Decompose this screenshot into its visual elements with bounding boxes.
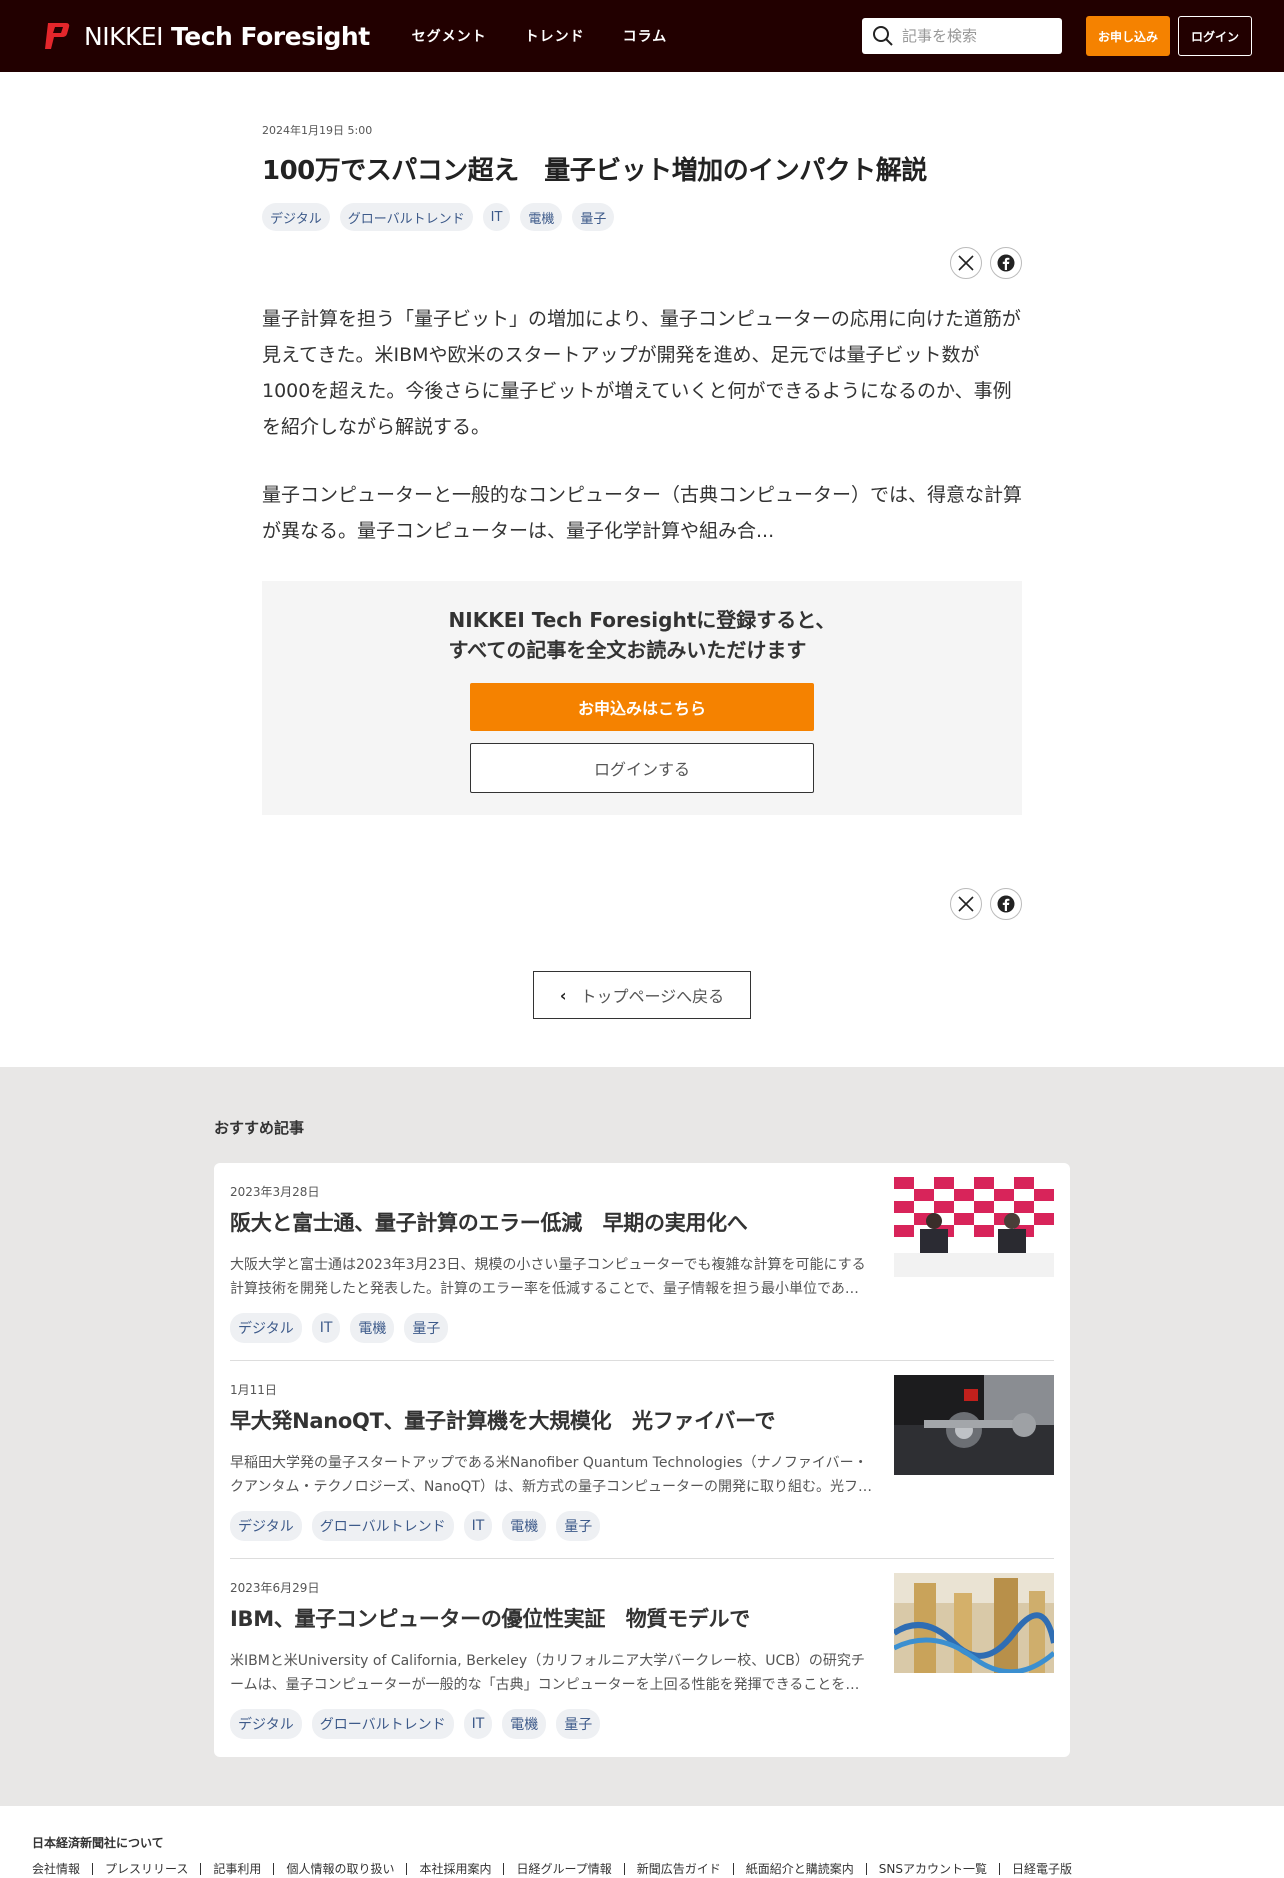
share-bar-top: [262, 247, 1022, 279]
nikkei-logo-icon: [45, 23, 70, 49]
paywall-line-2: すべての記事を全文お読みいただけます: [448, 638, 807, 662]
recommended-item[interactable]: 1月11日 早大発NanoQT、量子計算機を大規模化 光ファイバーで 早稲田大学…: [230, 1361, 1054, 1559]
search-box[interactable]: [862, 18, 1062, 54]
recommended-heading: おすすめ記事: [214, 1119, 305, 1137]
tag-global-trend[interactable]: グローバルトレンド: [311, 1511, 454, 1541]
recommended-item[interactable]: 2023年6月29日 IBM、量子コンピューターの優位性実証 物質モデルで 米I…: [230, 1559, 1054, 1757]
tag-it[interactable]: IT: [311, 1313, 341, 1343]
footer-heading: 日本経済新聞社について: [32, 1836, 164, 1850]
recommended-date: 2023年6月29日: [230, 1581, 320, 1595]
site-header: NIKKEI Tech Foresight セグメント トレンド コラム お申し…: [0, 0, 1284, 72]
search-input[interactable]: [902, 27, 1052, 45]
recommended-date: 2023年3月28日: [230, 1185, 320, 1199]
tag-electric[interactable]: 電機: [520, 203, 563, 231]
tag-digital[interactable]: デジタル: [230, 1511, 302, 1541]
recommended-thumbnail[interactable]: [894, 1573, 1054, 1673]
recommended-desc: 米IBMと米University of California, Berkeley…: [230, 1653, 865, 1693]
tag-quantum[interactable]: 量子: [404, 1313, 449, 1343]
lab-equipment-photo: [894, 1375, 1054, 1475]
share-facebook-button[interactable]: [990, 888, 1022, 920]
footer-links: 会社情報 プレスリリース 記事利用 個人情報の取り扱い 本社採用案内 日経グルー…: [32, 1863, 1252, 1875]
tag-quantum[interactable]: 量子: [556, 1511, 601, 1541]
nav-item-segment[interactable]: セグメント: [412, 26, 487, 46]
tag-digital[interactable]: デジタル: [230, 1709, 302, 1739]
recommended-desc: 早稲田大学発の量子スタートアップである米Nanofiber Quantum Te…: [230, 1455, 872, 1495]
share-x-button[interactable]: [950, 247, 982, 279]
facebook-icon: [997, 895, 1015, 913]
back-to-top-label: トップページへ戻る: [580, 987, 725, 1006]
recommended-item[interactable]: 2023年3月28日 阪大と富士通、量子計算のエラー低減 早期の実用化へ 大阪大…: [230, 1163, 1054, 1361]
paywall-login-button[interactable]: ログインする: [470, 743, 814, 793]
login-button[interactable]: ログイン: [1178, 16, 1252, 56]
article-paragraph: 量子計算を担う「量子ビット」の増加により、量子コンピューターの応用に向けた道筋が…: [262, 308, 1021, 438]
article-title: 100万でスパコン超え 量子ビット増加のインパクト解説: [262, 156, 927, 186]
recommended-date: 1月11日: [230, 1383, 277, 1397]
recommended-tags: デジタル グローバルトレンド IT 電機 量子: [230, 1709, 610, 1739]
footer-link-subscription[interactable]: 紙面紹介と購読案内: [732, 1863, 866, 1875]
tag-digital[interactable]: デジタル: [230, 1313, 302, 1343]
nav-item-trend[interactable]: トレンド: [525, 26, 585, 46]
paywall-line-1: NIKKEI Tech Foresightに登録すると、: [448, 608, 836, 632]
tag-electric[interactable]: 電機: [502, 1709, 547, 1739]
tag-it[interactable]: IT: [482, 203, 511, 231]
recommended-title[interactable]: 早大発NanoQT、量子計算機を大規模化 光ファイバーで: [230, 1405, 776, 1435]
facebook-icon: [997, 254, 1015, 272]
press-conference-photo: [894, 1177, 1054, 1277]
tag-global-trend[interactable]: グローバルトレンド: [339, 203, 473, 231]
footer-link-group[interactable]: 日経グループ情報: [503, 1863, 623, 1875]
logo-text-tech-foresight: Tech Foresight: [171, 21, 370, 51]
tag-electric[interactable]: 電機: [502, 1511, 547, 1541]
article-paragraph: 量子コンピューターと一般的なコンピューター（古典コンピューター）では、得意な計算…: [262, 484, 1023, 542]
recommended-section: おすすめ記事 2023年3月28日 阪大と富士通、量子計算のエラー低減 早期の実…: [0, 1067, 1284, 1806]
recommended-thumbnail[interactable]: [894, 1375, 1054, 1475]
tag-quantum[interactable]: 量子: [572, 203, 615, 231]
tag-quantum[interactable]: 量子: [556, 1709, 601, 1739]
tag-it[interactable]: IT: [463, 1709, 493, 1739]
paywall-subscribe-button[interactable]: お申込みはこちら: [470, 683, 814, 731]
article-body: 量子計算を担う「量子ビット」の増加により、量子コンピューターの応用に向けた道筋が…: [262, 301, 1022, 549]
recommended-title[interactable]: 阪大と富士通、量子計算のエラー低減 早期の実用化へ: [230, 1207, 748, 1237]
tag-digital[interactable]: デジタル: [262, 203, 330, 231]
back-to-top-button[interactable]: ‹ トップページへ戻る: [533, 971, 751, 1019]
site-logo[interactable]: NIKKEI Tech Foresight: [42, 21, 370, 51]
paywall-message: NIKKEI Tech Foresightに登録すると、 すべての記事を全文お読…: [449, 605, 836, 665]
x-icon: [958, 255, 974, 271]
site-footer: 日本経済新聞社について 会社情報 プレスリリース 記事利用 個人情報の取り扱い …: [0, 1806, 1284, 1878]
subscribe-button[interactable]: お申し込み: [1086, 16, 1170, 56]
share-bar-bottom: [262, 888, 1022, 920]
tag-global-trend[interactable]: グローバルトレンド: [311, 1709, 454, 1739]
recommended-thumbnail[interactable]: [894, 1177, 1054, 1277]
share-x-button[interactable]: [950, 888, 982, 920]
tag-electric[interactable]: 電機: [350, 1313, 395, 1343]
article-tags: デジタル グローバルトレンド IT 電機 量子: [262, 203, 1022, 231]
footer-link-press[interactable]: プレスリリース: [92, 1863, 200, 1875]
footer-link-ad-guide[interactable]: 新聞広告ガイド: [623, 1863, 733, 1875]
recommended-list: 2023年3月28日 阪大と富士通、量子計算のエラー低減 早期の実用化へ 大阪大…: [214, 1163, 1070, 1757]
tag-it[interactable]: IT: [463, 1511, 493, 1541]
recommended-tags: デジタル グローバルトレンド IT 電機 量子: [230, 1511, 610, 1541]
share-facebook-button[interactable]: [990, 247, 1022, 279]
logo-text-nikkei: NIKKEI: [84, 21, 164, 51]
search-icon: [873, 26, 893, 46]
footer-link-sns[interactable]: SNSアカウント一覧: [865, 1863, 999, 1875]
nav-item-column[interactable]: コラム: [623, 26, 668, 46]
article: 2024年1月19日 5:00 100万でスパコン超え 量子ビット増加のインパク…: [262, 72, 1022, 815]
article-date: 2024年1月19日 5:00: [262, 124, 373, 137]
footer-link-digital[interactable]: 日経電子版: [999, 1863, 1084, 1875]
footer-link-article-use[interactable]: 記事利用: [200, 1863, 273, 1875]
footer-link-privacy[interactable]: 個人情報の取り扱い: [273, 1863, 406, 1875]
main-nav: セグメント トレンド コラム: [412, 26, 706, 46]
recommended-desc: 大阪大学と富士通は2023年3月23日、規模の小さい量子コンピューターでも複雑な…: [230, 1257, 866, 1297]
x-icon: [958, 896, 974, 912]
footer-link-careers[interactable]: 本社採用案内: [406, 1863, 503, 1875]
quantum-computer-photo: [894, 1573, 1054, 1673]
chevron-left-icon: ‹: [559, 985, 567, 1005]
footer-link-company[interactable]: 会社情報: [32, 1863, 92, 1875]
paywall-box: NIKKEI Tech Foresightに登録すると、 すべての記事を全文お読…: [262, 581, 1022, 815]
recommended-title[interactable]: IBM、量子コンピューターの優位性実証 物質モデルで: [230, 1603, 750, 1633]
recommended-tags: デジタル IT 電機 量子: [230, 1313, 458, 1343]
